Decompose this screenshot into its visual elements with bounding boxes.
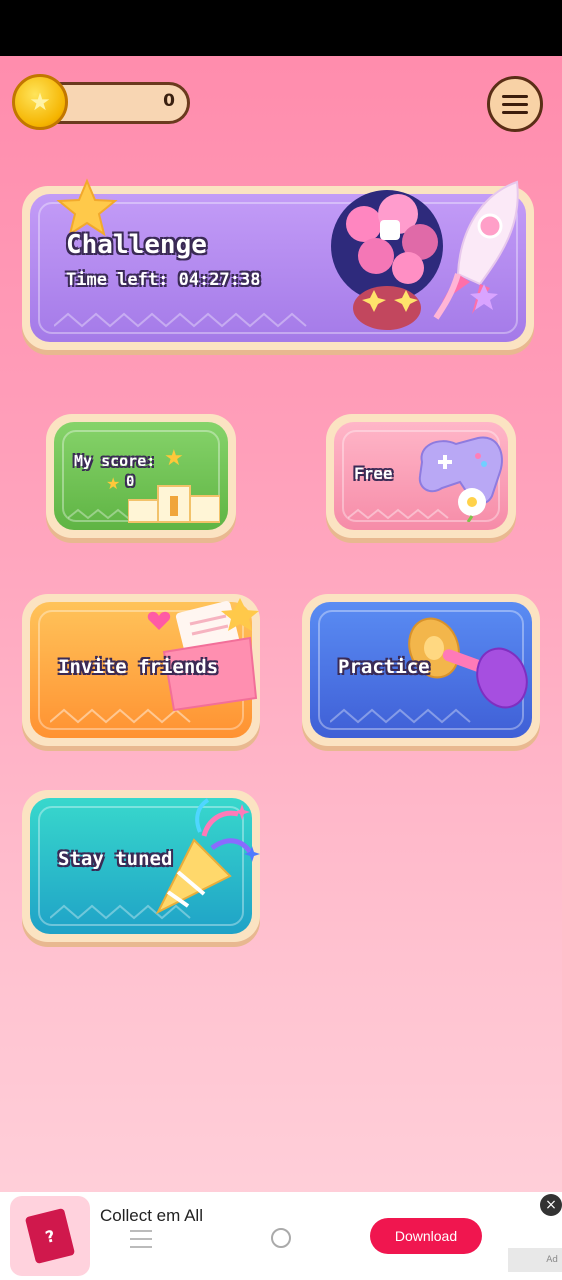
download-button[interactable]: Download [370,1218,482,1254]
score-star-icon: ★ [106,474,121,493]
podium-icon [128,485,220,523]
free-title: Free [354,464,393,483]
nav-home-icon[interactable] [271,1228,291,1248]
ad-close-button[interactable]: × [540,1194,562,1216]
invite-friends-card[interactable]: Invite friends [22,594,260,746]
ad-badge: Ad [508,1248,562,1272]
ad-banner[interactable]: ? Collect em All Download Ad [0,1192,562,1280]
challenge-card[interactable]: Challenge Time left: 04:27:38 [22,178,534,350]
free-card[interactable]: Free [326,414,516,538]
nav-menu-icon[interactable] [130,1230,152,1254]
ad-title: Collect em All [100,1206,203,1225]
challenge-title: Challenge [66,230,207,260]
stay-tuned-card[interactable]: Stay tuned [22,790,260,942]
ad-app-icon[interactable]: ? [10,1196,90,1276]
menu-button[interactable] [487,76,543,132]
star-icon [56,178,118,237]
zigzag-pattern [330,708,471,724]
my-score-title: My score: [74,452,156,470]
heart-icon [147,611,171,630]
status-bar [0,0,562,56]
zigzag-pattern [54,312,307,328]
gamepad-icon [418,436,503,522]
hamburger-icon [502,94,528,98]
coin-count: 0 [163,91,175,111]
practice-title: Practice [338,656,430,678]
invite-friends-title: Invite friends [58,656,219,678]
star-coin-icon: ★ [12,74,68,130]
mystery-card-icon: ? [24,1207,76,1265]
challenge-time-left: Time left: 04:27:38 [66,270,261,290]
small-star-icon [470,284,498,310]
my-score-card[interactable]: My score: ★ 0 ★ [46,414,236,538]
sparkle-star-icon: ★ [164,446,184,471]
my-score-value: 0 [126,474,135,490]
stay-tuned-title: Stay tuned [58,848,173,870]
practice-card[interactable]: Practice [302,594,540,746]
